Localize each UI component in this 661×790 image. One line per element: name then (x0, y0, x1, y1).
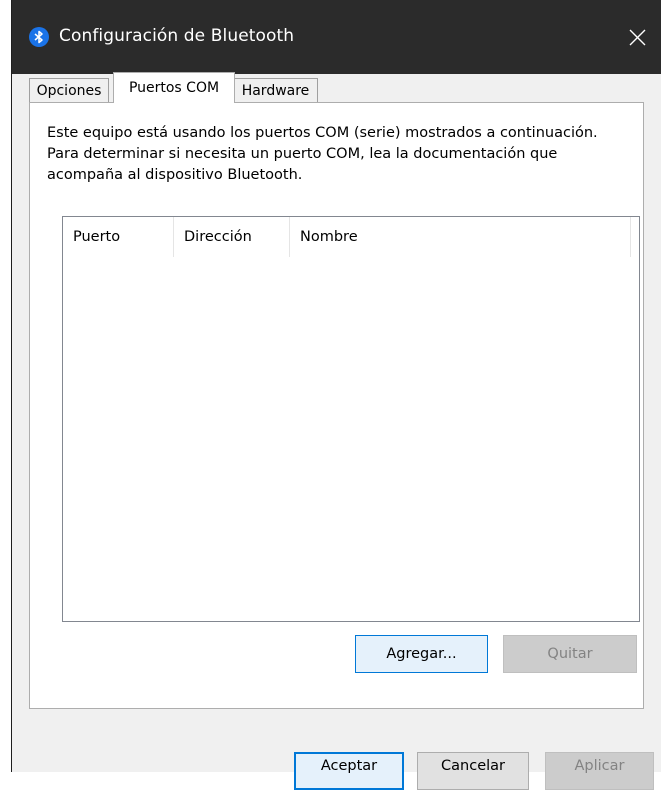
apply-button[interactable]: Aplicar (545, 752, 654, 790)
cancel-button[interactable]: Cancelar (417, 752, 529, 790)
tab-opciones[interactable]: Opciones (29, 78, 109, 103)
remove-button[interactable]: Quitar (503, 635, 637, 673)
close-icon (629, 29, 645, 45)
ok-button[interactable]: Aceptar (294, 752, 404, 790)
tab-hardware[interactable]: Hardware (233, 78, 318, 103)
column-header-direccion[interactable]: Dirección (174, 217, 290, 257)
tab-panel-puertos-com: Este equipo está usando los puertos COM … (29, 102, 644, 709)
title-bar[interactable]: Configuración de Bluetooth (12, 0, 661, 74)
ports-list-header: Puerto Dirección Nombre (63, 217, 639, 257)
ports-description: Este equipo está usando los puertos COM … (47, 125, 598, 183)
ports-list[interactable]: Puerto Dirección Nombre (62, 216, 640, 622)
column-header-nombre[interactable]: Nombre (290, 217, 631, 257)
add-button[interactable]: Agregar... (355, 635, 488, 673)
bluetooth-icon (29, 27, 49, 47)
column-header-puerto[interactable]: Puerto (63, 217, 174, 257)
window-title: Configuración de Bluetooth (59, 26, 295, 46)
tab-puertos-com[interactable]: Puertos COM (113, 72, 235, 103)
bluetooth-settings-dialog: Configuración de Bluetooth Opciones Puer… (11, 0, 661, 790)
close-button[interactable] (622, 22, 652, 52)
